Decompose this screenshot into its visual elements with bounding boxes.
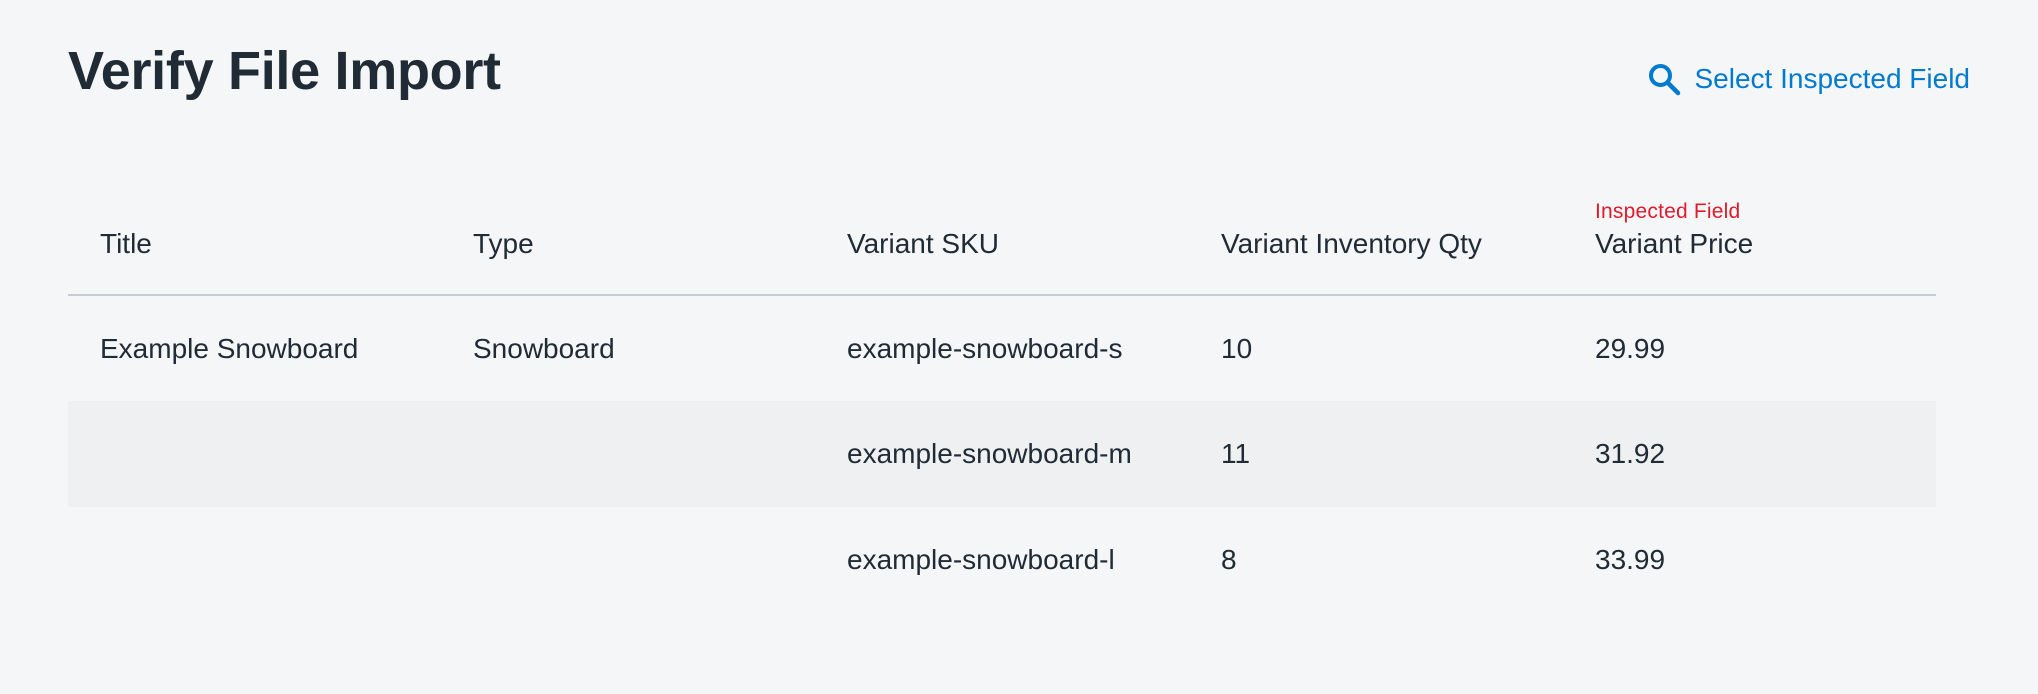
select-inspected-field-label: Select Inspected Field: [1694, 63, 1971, 94]
cell-variant-inventory-qty: 10: [1221, 332, 1253, 364]
table-header-row: Title Type Variant SKU Variant Inventory…: [68, 150, 1936, 296]
cell-type: [441, 401, 815, 507]
column-header-label: Type: [473, 228, 534, 259]
cell-variant-sku: example-snowboard-s: [847, 332, 1123, 364]
page-header: Verify File Import Select Inspected Fiel…: [68, 0, 1970, 150]
cell-variant-sku: example-snowboard-m: [815, 401, 1189, 507]
column-header-label: Variant SKU: [847, 228, 999, 259]
inspected-field-badge: Inspected Field: [1595, 200, 1741, 223]
column-header-label: Variant Price: [1595, 228, 1754, 259]
cell-variant-inventory-qty: 11: [1189, 401, 1563, 507]
cell-title: [68, 507, 441, 613]
cell-title: Example Snowboard: [100, 332, 359, 364]
cell-title: [68, 401, 441, 507]
cell-type: Snowboard: [473, 332, 615, 364]
column-header-variant-price[interactable]: Inspected Field Variant Price: [1563, 150, 1936, 296]
cell-variant-price: 31.92: [1563, 401, 1936, 507]
cell-variant-inventory-qty: 8: [1221, 544, 1237, 575]
cell-variant-price: 33.99: [1595, 544, 1666, 575]
column-header-label: Variant Inventory Qty: [1221, 228, 1482, 259]
column-header-label: Title: [100, 228, 152, 259]
column-header-title[interactable]: Title: [68, 150, 441, 296]
cell-variant-sku: example-snowboard-l: [847, 544, 1115, 575]
table-row: example-snowboard-l 8 33.99: [68, 507, 1936, 613]
verify-import-page: Verify File Import Select Inspected Fiel…: [0, 0, 2038, 694]
cell-variant-price: 29.99: [1595, 332, 1666, 364]
column-header-variant-sku[interactable]: Variant SKU: [815, 150, 1189, 296]
search-icon: [1647, 62, 1681, 96]
table-row: example-snowboard-m 11 31.92: [68, 401, 1936, 507]
page-title: Verify File Import: [68, 41, 501, 101]
import-preview-table: Title Type Variant SKU Variant Inventory…: [68, 150, 1936, 613]
table-row: Example Snowboard Snowboard example-snow…: [68, 295, 1936, 401]
cell-type: [441, 507, 815, 613]
column-header-type[interactable]: Type: [441, 150, 815, 296]
select-inspected-field-button[interactable]: Select Inspected Field: [1647, 62, 1971, 96]
column-header-variant-inventory-qty[interactable]: Variant Inventory Qty: [1189, 150, 1563, 296]
